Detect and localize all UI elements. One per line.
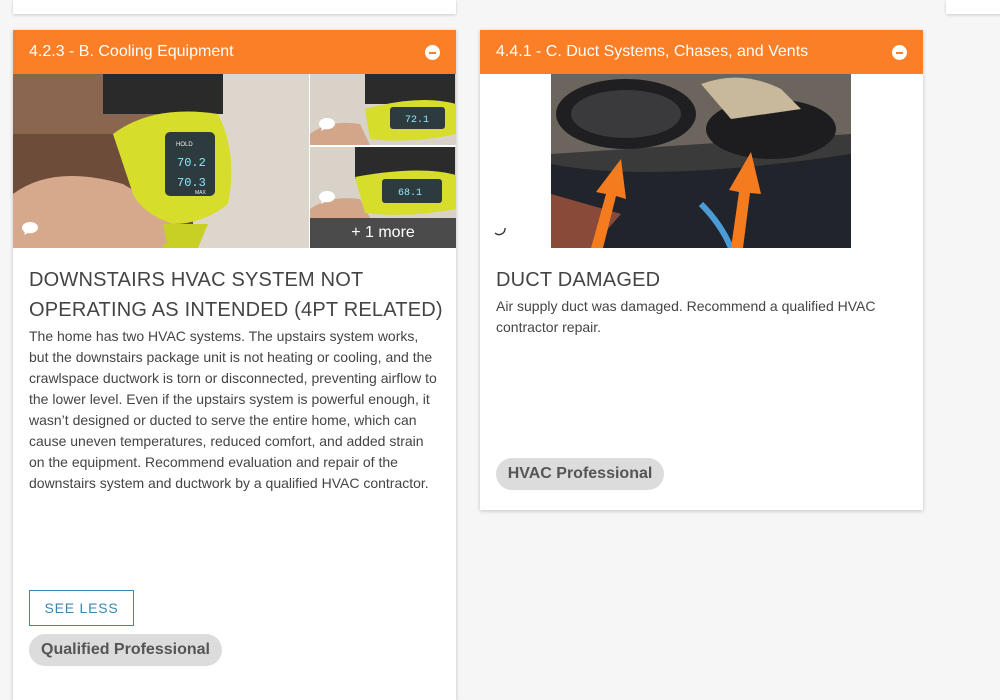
- card-header[interactable]: 4.4.1 - C. Duct Systems, Chases, and Ven…: [480, 30, 923, 74]
- thermometer-thumb-2: 68.1: [310, 147, 456, 218]
- previous-card-bottom-left: [13, 0, 456, 14]
- previous-card-bottom-right: [946, 0, 1000, 14]
- thumb2-reading: 68.1: [398, 188, 422, 199]
- minus-circle-icon[interactable]: [892, 44, 907, 60]
- defect-title: DUCT DAMAGED: [496, 269, 661, 291]
- duct-photo[interactable]: [551, 74, 851, 248]
- more-photos-button[interactable]: + 1 more: [310, 218, 456, 248]
- damaged-duct-photo: [551, 74, 851, 248]
- minus-circle-icon[interactable]: [425, 44, 440, 60]
- defect-description: The home has two HVAC systems. The upsta…: [29, 328, 437, 491]
- card-header-title: 4.4.1 - C. Duct Systems, Chases, and Ven…: [496, 43, 809, 60]
- thumbnail-photo-2[interactable]: 68.1: [310, 147, 456, 218]
- spinner-icon: [494, 227, 506, 236]
- main-photo[interactable]: HOLD 70.2 70.3 MAX: [13, 74, 309, 248]
- defect-description: Air supply duct was damaged. Recommend a…: [496, 298, 876, 335]
- reading-top: 70.2: [177, 156, 206, 170]
- speech-bubble-icon[interactable]: [319, 191, 335, 204]
- speech-bubble-icon[interactable]: [22, 222, 38, 235]
- see-less-button[interactable]: SEE LESS: [29, 590, 134, 626]
- recommendation-tag: Qualified Professional: [29, 634, 222, 666]
- recommendation-tag: HVAC Professional: [496, 458, 664, 490]
- card-header-title: 4.2.3 - B. Cooling Equipment: [29, 43, 234, 60]
- defect-title: DOWNSTAIRS HVAC SYSTEM NOT OPERATING AS …: [29, 269, 443, 321]
- thumb1-reading: 72.1: [405, 115, 429, 126]
- defect-card-cooling: 4.2.3 - B. Cooling Equipment HOLD 70.2 7…: [13, 30, 456, 700]
- card-header[interactable]: 4.2.3 - B. Cooling Equipment: [13, 30, 456, 74]
- thumbnail-photo-1[interactable]: 72.1: [310, 74, 456, 145]
- speech-bubble-icon[interactable]: [319, 118, 335, 131]
- defect-card-ducts: 4.4.1 - C. Duct Systems, Chases, and Ven…: [480, 30, 923, 510]
- max-label: MAX: [195, 190, 207, 196]
- reading-bottom: 70.3: [177, 176, 206, 190]
- thermometer-photo: HOLD 70.2 70.3 MAX: [13, 74, 309, 248]
- hold-label: HOLD: [176, 142, 193, 148]
- thermometer-thumb-1: 72.1: [310, 74, 456, 145]
